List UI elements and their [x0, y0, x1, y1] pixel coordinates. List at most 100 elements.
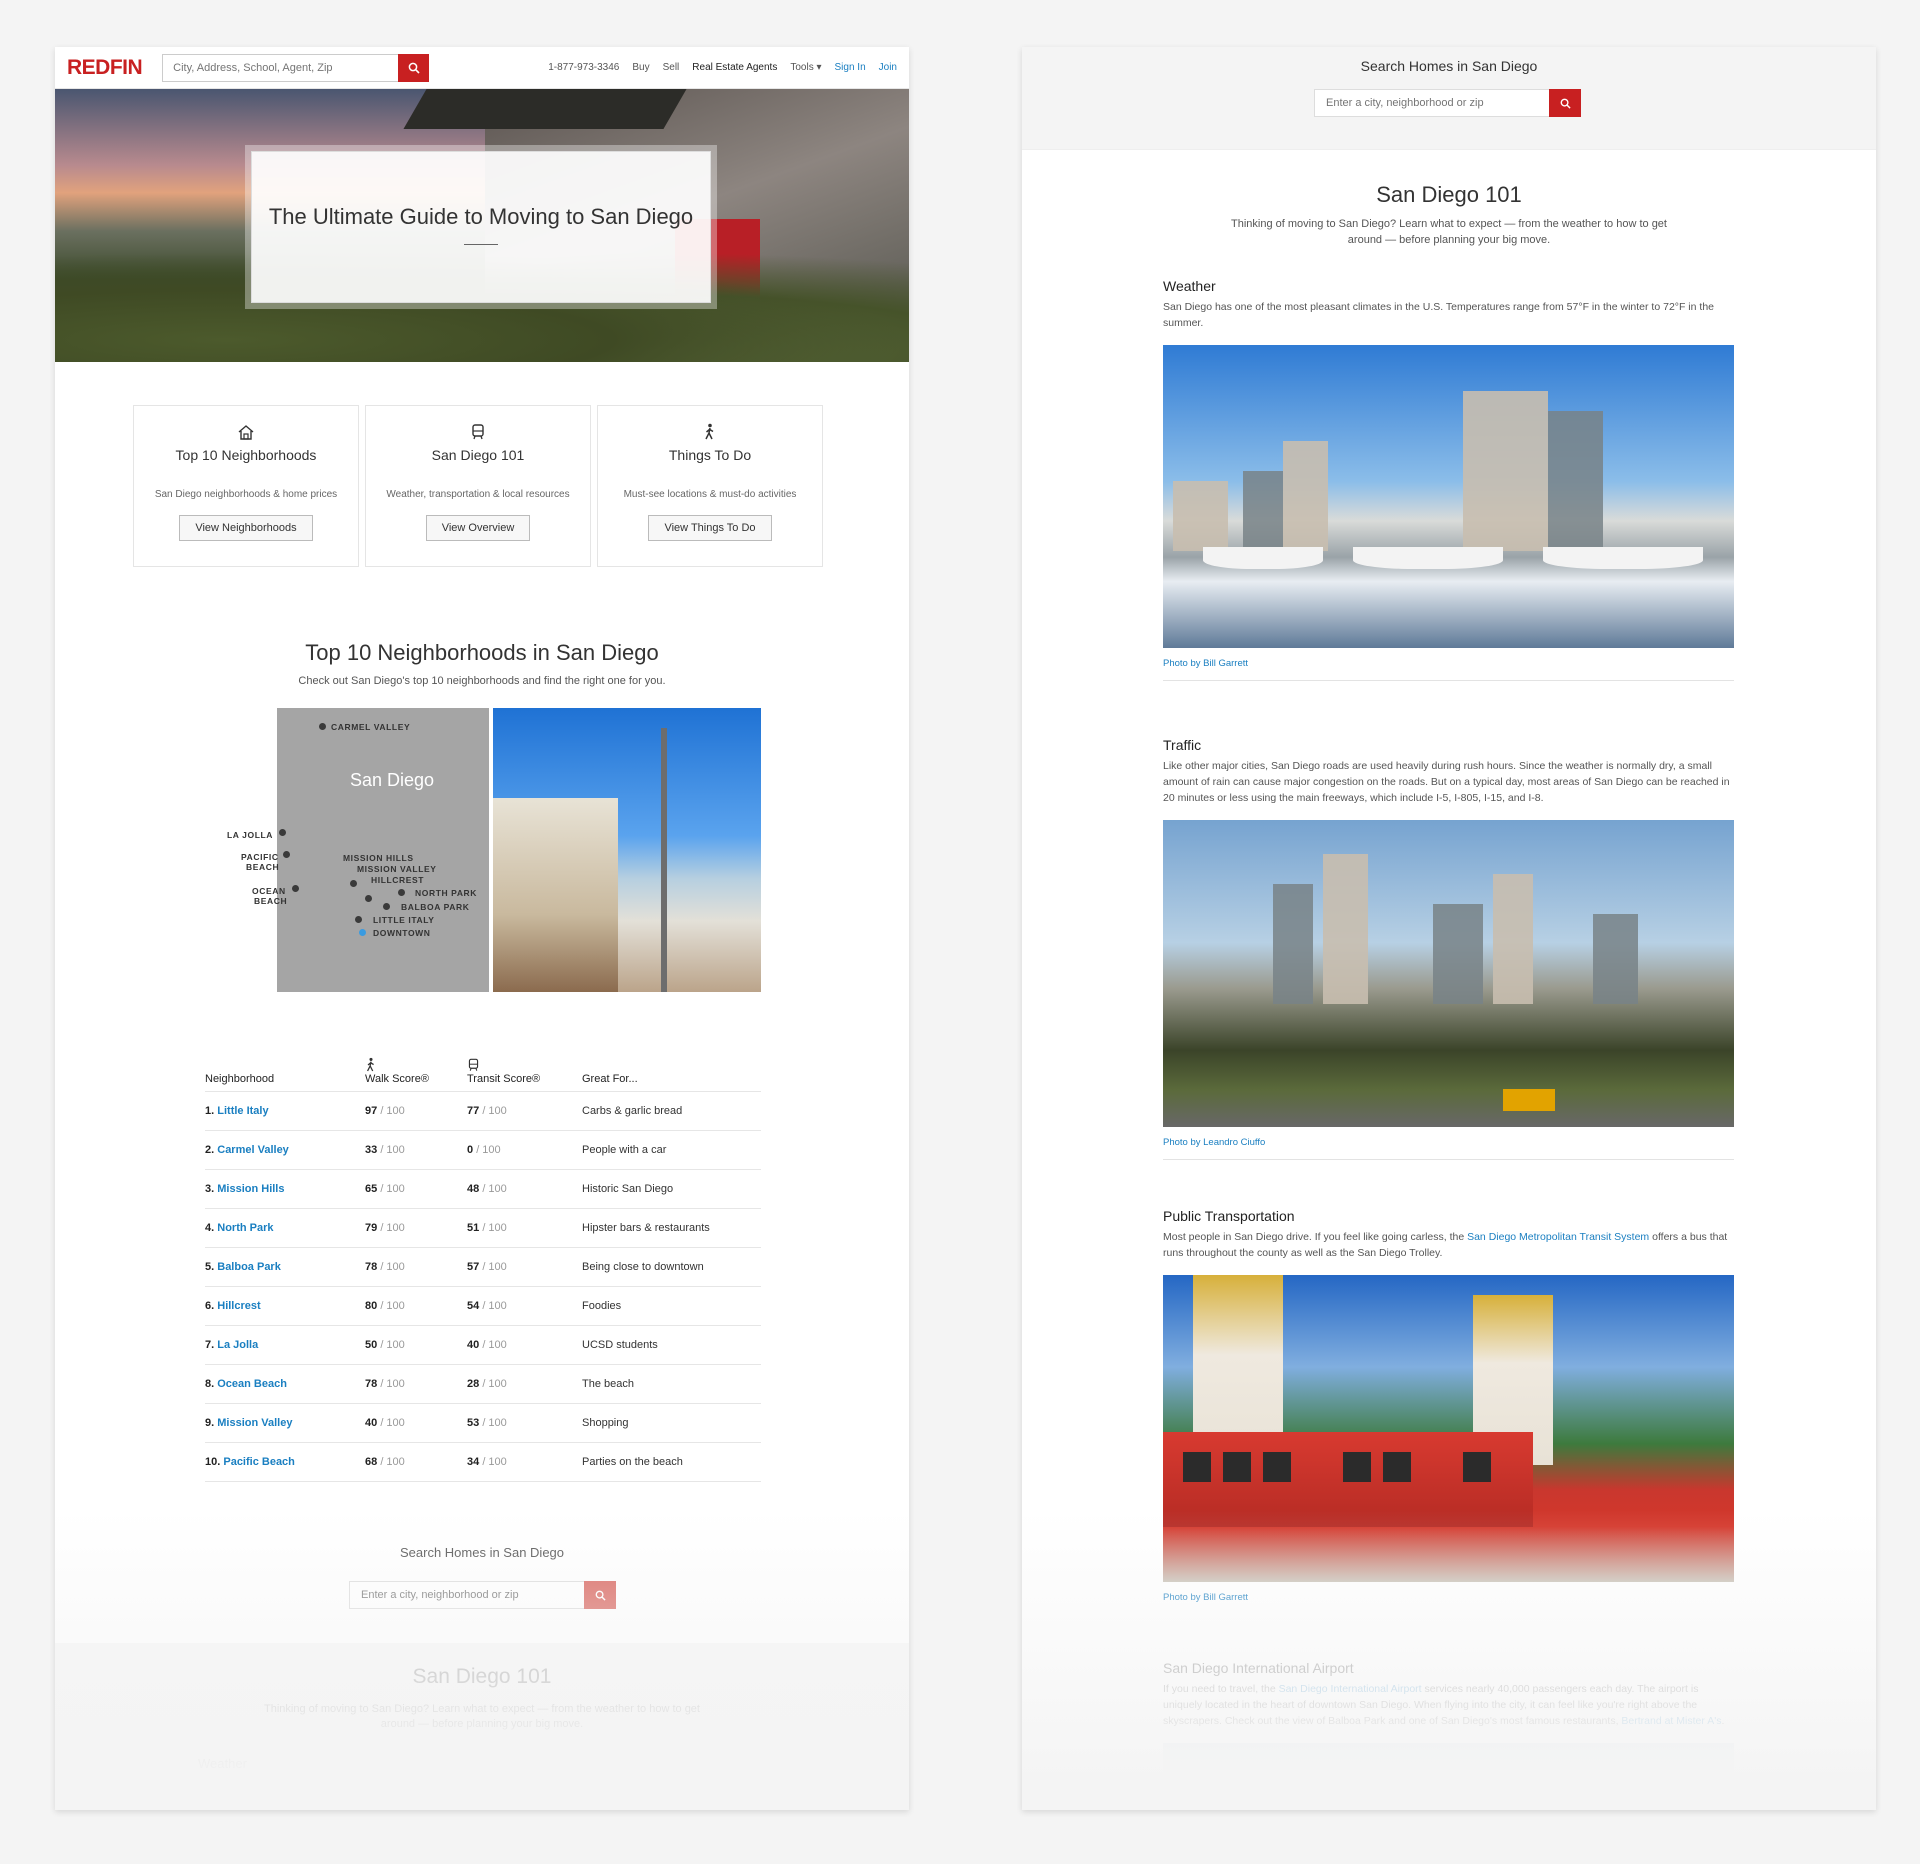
weather-photo-credit[interactable]: Photo by Bill Garrett [1163, 658, 1734, 669]
walk-score-cell: 40 / 100 [365, 1417, 467, 1429]
airport-section: San Diego International Airport If you n… [1163, 1660, 1734, 1803]
neighborhood-link[interactable]: Little Italy [217, 1105, 268, 1117]
trolley-photo [1163, 1275, 1734, 1582]
neighborhood-link[interactable]: Carmel Valley [217, 1144, 289, 1156]
nav-search-button[interactable] [398, 53, 430, 82]
sign-in-link[interactable]: Sign In [835, 62, 866, 73]
view-overview-button[interactable]: View Overview [425, 515, 531, 541]
map-label: LITTLE ITALY [373, 915, 435, 925]
score-suffix: / 100 [482, 1222, 507, 1234]
neighborhood-link[interactable]: North Park [217, 1222, 273, 1234]
neighborhood-cell: 9. Mission Valley [205, 1417, 365, 1429]
neighborhood-link[interactable]: Pacific Beach [223, 1456, 295, 1468]
map-marker-downtown[interactable] [359, 929, 366, 936]
weather-heading: Weather [1163, 278, 1216, 294]
bertrand-link[interactable]: Bertrand at Mister A's [1621, 1715, 1721, 1727]
bottom-search-button[interactable] [584, 1581, 616, 1609]
map-label: BEACH [246, 862, 280, 872]
neighborhood-link[interactable]: Mission Valley [217, 1417, 292, 1429]
view-things-to-do-button[interactable]: View Things To Do [648, 515, 772, 541]
weather-text: San Diego has one of the most pleasant c… [1163, 301, 1714, 329]
walk-score: 50 [365, 1339, 378, 1351]
neighborhood-cell: 6. Hillcrest [205, 1300, 365, 1312]
walk-score: 40 [365, 1417, 378, 1429]
card-desc: Must-see locations & must-do activities [623, 489, 797, 500]
map-marker[interactable] [292, 885, 299, 892]
walk-score: 65 [365, 1183, 378, 1195]
score-suffix: / 100 [380, 1183, 405, 1195]
transit-score-cell: 28 / 100 [467, 1378, 582, 1390]
neighborhood-link[interactable]: La Jolla [217, 1339, 258, 1351]
bottom-search [349, 1581, 616, 1609]
neighborhood-cell: 10. Pacific Beach [205, 1456, 365, 1468]
nav-tools[interactable]: Tools ▾ [790, 62, 821, 73]
walk-score-cell: 79 / 100 [365, 1222, 467, 1234]
transit-photo-credit[interactable]: Photo by Bill Garrett [1163, 1592, 1734, 1603]
great-for-cell: Historic San Diego [582, 1183, 674, 1195]
neighborhood-link[interactable]: Mission Hills [217, 1183, 284, 1195]
trolley-window [1223, 1451, 1251, 1482]
building [1323, 854, 1368, 1005]
nav-search-input[interactable] [162, 53, 399, 82]
walk-score-cell: 78 / 100 [365, 1378, 467, 1390]
transit-score-cell: 77 / 100 [467, 1105, 582, 1117]
rank: 1. [205, 1105, 215, 1117]
top-nav: REDFIN 1-877-973-3346 Buy Sell Real Esta… [55, 47, 909, 89]
map-label: MISSION VALLEY [357, 864, 437, 874]
map-marker[interactable] [365, 895, 372, 902]
building [1173, 481, 1228, 552]
traffic-photo-credit[interactable]: Photo by Leandro Ciuffo [1163, 1137, 1734, 1148]
trolley-window [1463, 1451, 1491, 1482]
card-things-to-do: Things To Do Must-see locations & must-d… [597, 405, 823, 567]
map-marker[interactable] [350, 880, 357, 887]
table-header: Neighborhood Walk Score® Transit Score® … [205, 1050, 761, 1092]
header-search-button[interactable] [1549, 89, 1581, 117]
transit-score-cell: 0 / 100 [467, 1144, 582, 1156]
san-diego-101-page: Search Homes in San Diego San Diego 101 … [1022, 47, 1876, 1810]
header-search-input[interactable] [1314, 89, 1549, 117]
score-suffix: / 100 [380, 1339, 405, 1351]
score-suffix: / 100 [380, 1300, 405, 1312]
hero-title: The Ultimate Guide to Moving to San Dieg… [268, 204, 694, 229]
header-great-for: Great For... [582, 1073, 638, 1085]
building [1593, 914, 1638, 1005]
map-marker[interactable] [279, 829, 286, 836]
rank: 4. [205, 1222, 215, 1234]
walk-score-cell: 33 / 100 [365, 1144, 467, 1156]
score-suffix: / 100 [482, 1300, 507, 1312]
ghost-line2: around — before planning your big move. [380, 1718, 584, 1730]
red-trolley [1163, 1431, 1533, 1527]
hero-banner: The Ultimate Guide to Moving to San Dieg… [55, 89, 909, 362]
building [1283, 441, 1328, 552]
map-marker[interactable] [398, 889, 405, 896]
map-marker[interactable] [319, 723, 326, 730]
neighborhood-link[interactable]: Balboa Park [217, 1261, 281, 1273]
airport-link[interactable]: San Diego International Airport [1279, 1683, 1422, 1695]
redfin-logo[interactable]: REDFIN [67, 56, 143, 80]
map-marker[interactable] [355, 916, 362, 923]
score-suffix: / 100 [380, 1456, 405, 1468]
house-icon [238, 425, 254, 440]
score-suffix: / 100 [380, 1144, 405, 1156]
nav-sell[interactable]: Sell [663, 62, 680, 73]
mts-link[interactable]: San Diego Metropolitan Transit System [1467, 1231, 1649, 1243]
join-link[interactable]: Join [879, 62, 897, 73]
map-marker[interactable] [383, 903, 390, 910]
map-label: BALBOA PARK [401, 902, 470, 912]
nav-buy[interactable]: Buy [632, 62, 649, 73]
header-neighborhood: Neighborhood [205, 1073, 275, 1085]
neighborhood-link[interactable]: Hillcrest [217, 1300, 260, 1312]
guide-cards: Top 10 Neighborhoods San Diego neighborh… [133, 405, 823, 567]
neighborhood-map: San Diego CARMEL VALLEY LA JOLLA PACIFIC… [205, 708, 489, 992]
phone-link[interactable]: 1-877-973-3346 [548, 62, 619, 73]
neighborhood-cell: 1. Little Italy [205, 1105, 365, 1117]
neighborhoods-subtitle: Check out San Diego's top 10 neighborhoo… [298, 675, 666, 687]
nav-real-estate-agents[interactable]: Real Estate Agents [692, 62, 777, 73]
score-suffix: / 100 [380, 1261, 405, 1273]
transit-score: 53 [467, 1417, 480, 1429]
view-neighborhoods-button[interactable]: View Neighborhoods [179, 515, 313, 541]
bottom-search-input[interactable] [349, 1581, 584, 1609]
map-marker[interactable] [283, 851, 290, 858]
neighborhood-link[interactable]: Ocean Beach [217, 1378, 287, 1390]
transit-score-cell: 40 / 100 [467, 1339, 582, 1351]
